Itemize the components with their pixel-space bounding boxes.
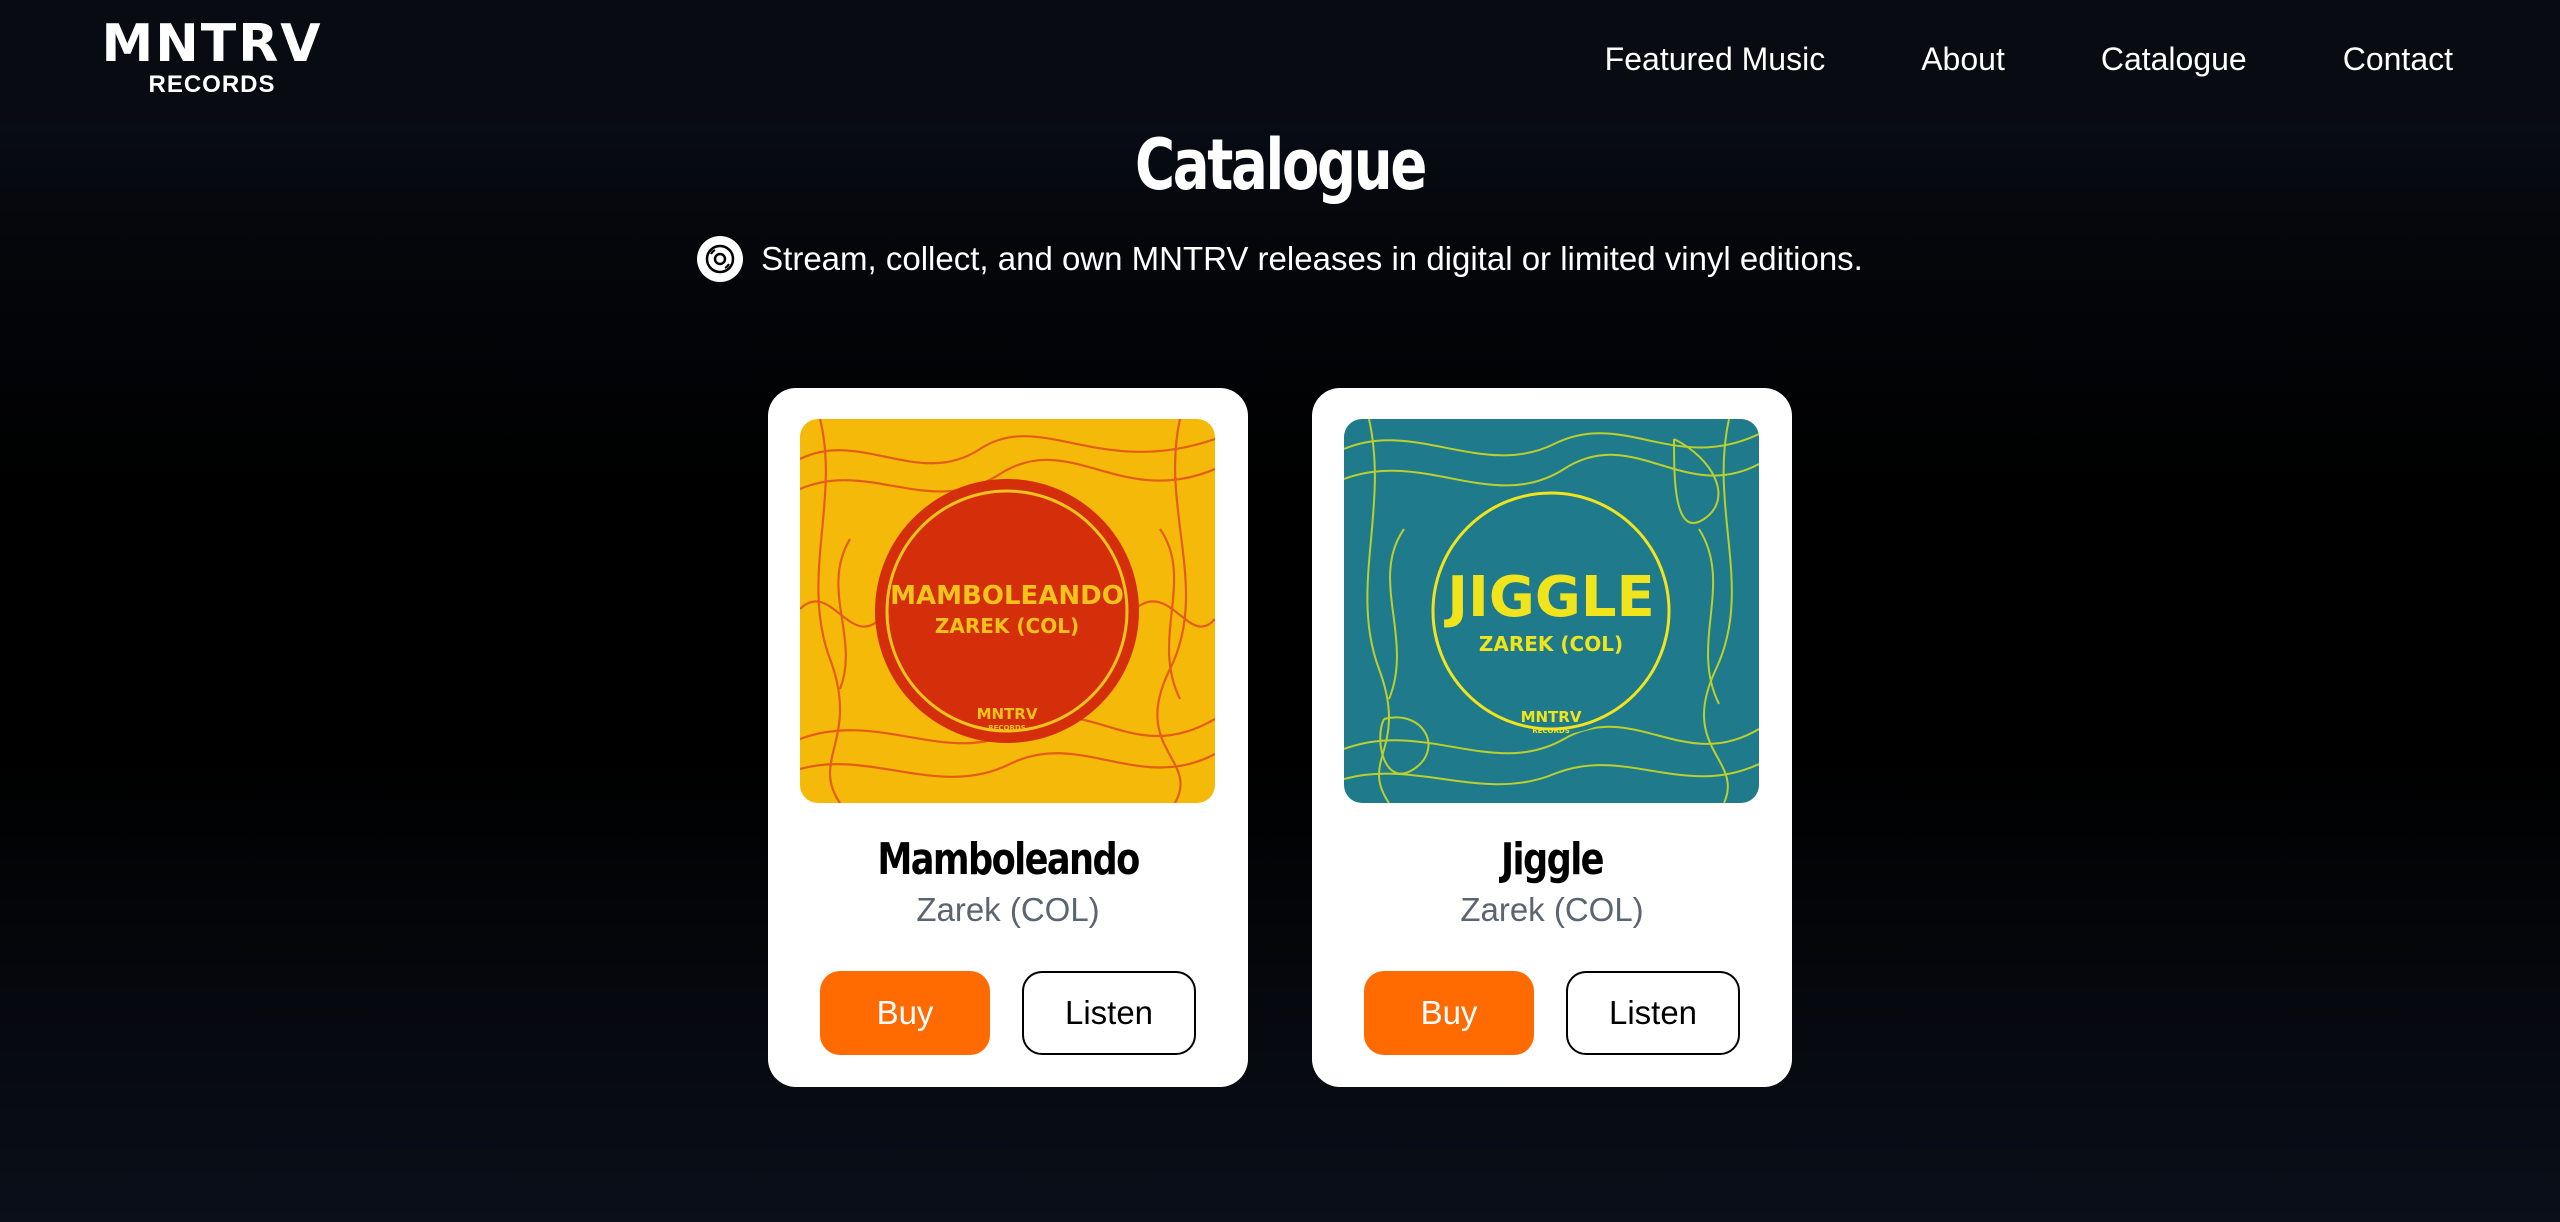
- buy-button[interactable]: Buy: [1364, 971, 1534, 1055]
- cover-artist-text: ZAREK (COL): [1479, 632, 1623, 656]
- cover-label-text: MNTRV: [977, 705, 1038, 723]
- cover-art-jiggle[interactable]: JIGGLE ZAREK (COL) MNTRV RECORDS: [1344, 419, 1759, 803]
- navbar: MNTRV RECORDS Featured Music About Catal…: [0, 0, 2560, 123]
- nav-catalogue[interactable]: Catalogue: [2101, 41, 2247, 78]
- main-nav: Featured Music About Catalogue Contact: [1509, 0, 2453, 118]
- vinyl-disc-icon: [697, 236, 744, 282]
- cover-label-text: MNTRV: [1521, 708, 1582, 726]
- listen-button[interactable]: Listen: [1566, 971, 1740, 1055]
- release-card-jiggle: JIGGLE ZAREK (COL) MNTRV RECORDS Jiggle …: [1312, 388, 1792, 1087]
- logo-sub-text: RECORDS: [148, 71, 276, 98]
- page-title: Catalogue: [1134, 124, 1427, 206]
- logo[interactable]: MNTRV RECORDS: [96, 18, 328, 98]
- listen-button[interactable]: Listen: [1022, 971, 1196, 1055]
- cover-art-graphic: JIGGLE ZAREK (COL) MNTRV RECORDS: [1344, 419, 1759, 803]
- release-title: Mamboleando: [877, 834, 1140, 885]
- page-subtitle: Stream, collect, and own MNTRV releases …: [0, 236, 2560, 282]
- release-card-mamboleando: MAMBOLEANDO ZAREK (COL) MNTRV RECORDS Ma…: [768, 388, 1248, 1087]
- cover-label-sub-text: RECORDS: [1532, 727, 1570, 735]
- subtitle-text: Stream, collect, and own MNTRV releases …: [761, 240, 1863, 277]
- logo-main-text: MNTRV: [101, 14, 323, 74]
- nav-featured-music[interactable]: Featured Music: [1605, 41, 1826, 78]
- nav-contact[interactable]: Contact: [2343, 41, 2453, 78]
- cover-art-graphic: MAMBOLEANDO ZAREK (COL) MNTRV RECORDS: [800, 419, 1215, 803]
- cover-artist-text: ZAREK (COL): [935, 614, 1079, 638]
- nav-about[interactable]: About: [1921, 41, 2005, 78]
- cover-art-mamboleando[interactable]: MAMBOLEANDO ZAREK (COL) MNTRV RECORDS: [800, 419, 1215, 803]
- release-artist: Zarek (COL): [916, 891, 1100, 928]
- cover-title-text: MAMBOLEANDO: [890, 581, 1124, 611]
- cover-title-text: JIGGLE: [1443, 565, 1655, 630]
- cover-label-sub-text: RECORDS: [988, 724, 1026, 732]
- buy-button[interactable]: Buy: [820, 971, 990, 1055]
- release-title: Jiggle: [1501, 834, 1604, 885]
- release-artist: Zarek (COL): [1460, 891, 1644, 928]
